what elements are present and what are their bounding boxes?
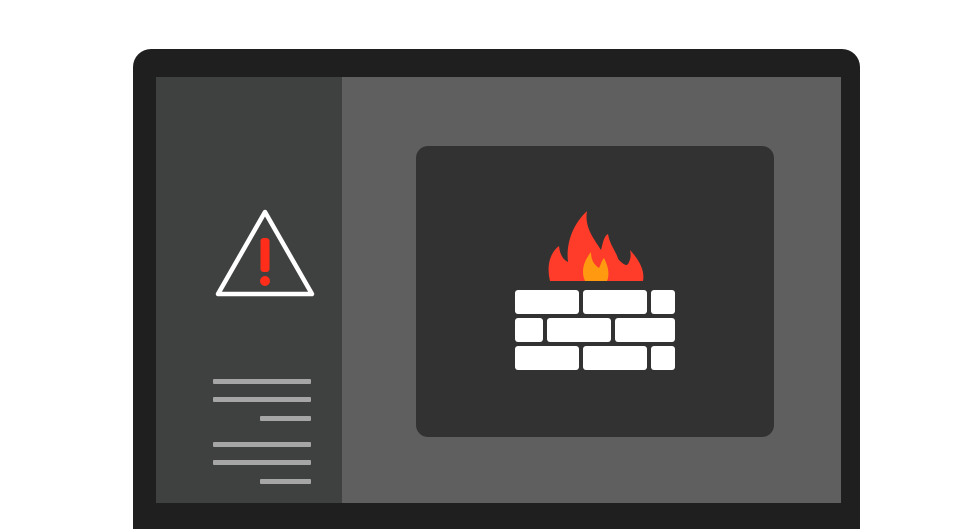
laptop-frame	[133, 49, 860, 529]
screen	[156, 77, 841, 503]
firewall-icon	[515, 211, 675, 370]
text-line	[213, 442, 311, 447]
content-panel	[416, 146, 774, 437]
text-line	[213, 397, 311, 402]
flame-icon	[548, 211, 644, 281]
brick-wall-icon	[515, 290, 675, 370]
text-line	[213, 379, 311, 384]
text-line	[260, 479, 311, 484]
sidebar	[156, 77, 342, 503]
text-line	[260, 416, 311, 421]
text-line	[213, 460, 311, 465]
warning-triangle-icon	[215, 209, 315, 297]
